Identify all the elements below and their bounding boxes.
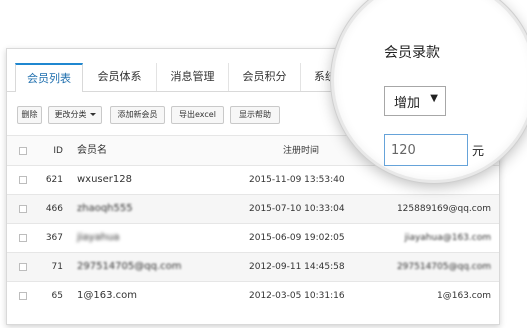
row-member-name: wxuser128 [77,174,132,185]
adjust-type-value: 增加 [394,96,421,111]
dropdown-arrow-icon: ▼ [430,93,438,104]
column-id-header: ID [53,146,63,156]
row-member-name: 1@163.com [77,290,137,301]
row-id: 466 [45,204,63,214]
row-member-name: jiayahua [77,232,120,243]
currency-unit-label: 元 [472,144,485,158]
row-register-time: 2012-03-05 10:31:16 [249,291,345,301]
row-email: 297514705@qq.com [396,262,491,272]
adjust-type-select[interactable]: 增加 ▼ [384,86,446,116]
show-help-button[interactable]: 显示帮助 [230,106,280,124]
table-row[interactable]: 71 297514705@qq.com 2012-09-11 14:45:58 … [7,252,499,281]
recharge-title: 会员录款 [384,45,440,61]
row-email: jiayahua@163.com [404,233,491,243]
add-member-button[interactable]: 添加新会员 [110,106,165,124]
table-row[interactable]: 367 jiayahua 2015-06-09 19:02:05 jiayahu… [7,223,499,252]
delete-button[interactable]: 删除 [17,106,42,124]
column-time-header: 注册时间 [283,146,320,156]
table-row[interactable]: 65 1@163.com 2012-03-05 10:31:16 1@163.c… [7,281,499,310]
export-excel-button[interactable]: 导出excel [171,106,224,124]
row-checkbox[interactable] [19,263,27,271]
amount-input[interactable] [384,134,468,166]
row-checkbox[interactable] [19,205,27,213]
change-category-label: 更改分类 [54,110,87,119]
tab-message-management[interactable]: 消息管理 [157,63,229,91]
row-register-time: 2015-11-09 13:53:40 [249,175,345,185]
row-checkbox[interactable] [19,292,27,300]
row-email: 125889169@qq.com [396,204,491,214]
tab-member-system[interactable]: 会员体系 [83,63,157,91]
row-register-time: 2012-09-11 14:45:58 [249,262,345,272]
table-row[interactable]: 466 zhaoqh555 2015-07-10 10:33:04 125889… [7,194,499,223]
row-id: 621 [45,175,63,185]
change-category-button[interactable]: 更改分类 [48,106,102,124]
row-member-name: 297514705@qq.com [77,261,182,272]
row-id: 367 [45,233,63,243]
column-name-header: 会员名 [77,145,107,156]
tab-member-list[interactable]: 会员列表 [15,63,83,92]
row-checkbox[interactable] [19,176,27,184]
row-member-name: zhaoqh555 [77,203,133,214]
tab-member-points[interactable]: 会员积分 [229,63,301,91]
select-all-checkbox[interactable] [19,147,27,155]
row-register-time: 2015-07-10 10:33:04 [249,204,345,214]
row-id: 71 [51,262,63,272]
row-id: 65 [51,291,63,301]
chevron-down-icon [89,113,96,116]
row-register-time: 2015-06-09 19:02:05 [249,233,345,243]
row-email: 1@163.com [437,291,491,301]
row-checkbox[interactable] [19,234,27,242]
